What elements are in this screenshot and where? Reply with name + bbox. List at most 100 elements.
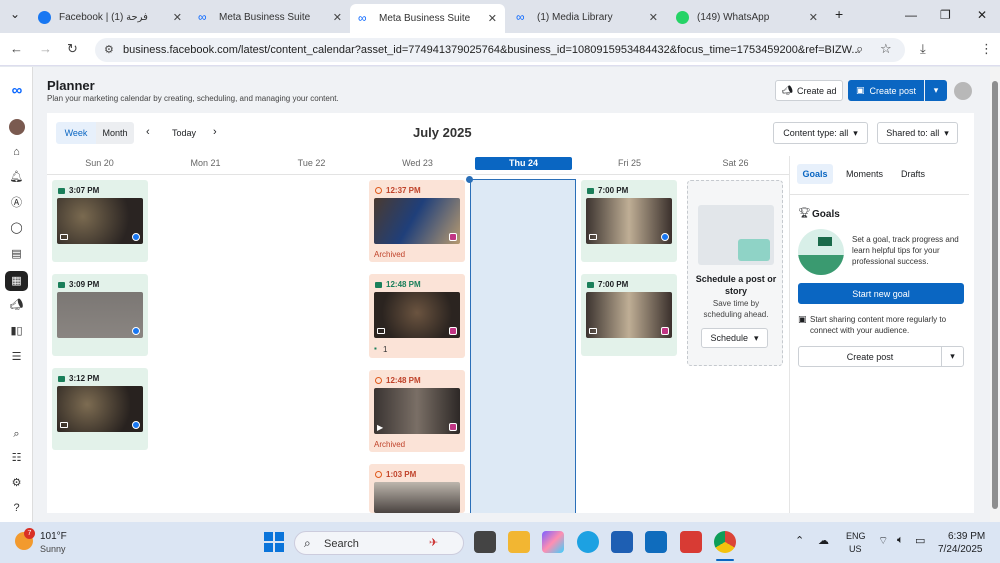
day-header: Wed 23 (402, 158, 433, 168)
post-card[interactable]: 1:03 PM (369, 464, 465, 513)
reload-icon[interactable]: ↻ (67, 41, 78, 57)
tab-goals[interactable]: Goals (797, 164, 833, 184)
close-tab-icon[interactable]: ✕ (173, 11, 182, 24)
language-indicator[interactable]: ENG (846, 531, 866, 541)
account-avatar[interactable] (954, 82, 972, 100)
post-card[interactable]: 3:09 PM (52, 274, 148, 356)
inbox-icon[interactable]: ◯ (9, 221, 24, 236)
copilot-icon[interactable] (542, 531, 564, 553)
url-field[interactable]: ⚙ business.facebook.com/latest/content_c… (95, 38, 905, 62)
trophy-icon: 🏆︎ (798, 208, 811, 219)
content-type-filter[interactable]: Content type: all ▾ (773, 122, 868, 144)
scheduled-status-icon (375, 377, 382, 384)
shared-to-filter[interactable]: Shared to: all ▾ (877, 122, 958, 144)
scheduled-status-icon (375, 187, 382, 194)
post-card[interactable]: 3:12 PM (52, 368, 148, 450)
windows-start-icon[interactable] (264, 532, 284, 552)
previous-week-icon[interactable]: ‹ (146, 126, 150, 138)
today-button[interactable]: Today (172, 128, 196, 138)
show-hidden-icons[interactable]: ⌃ (795, 534, 804, 547)
browser-tab-business-suite-active[interactable]: ∞ Meta Business Suite ✕ (350, 4, 505, 33)
facebook-badge-icon (132, 233, 140, 241)
content-icon[interactable]: ▤ (9, 247, 24, 262)
campaigns-icon[interactable]: 📣︎ (9, 298, 24, 313)
outlook-icon[interactable] (645, 531, 667, 553)
schedule-button[interactable]: Schedule ▾ (701, 328, 768, 348)
battery-icon[interactable]: ▭ (915, 534, 925, 547)
side-create-post-button[interactable]: Create post (798, 346, 942, 367)
settings-gear-icon[interactable]: ⚙ (9, 476, 24, 491)
close-tab-icon[interactable]: ✕ (649, 11, 658, 24)
planner-icon[interactable]: ▦ (5, 271, 28, 291)
taskbar-search-box[interactable]: ⌕ Search ✈ (294, 531, 464, 555)
close-tab-icon[interactable]: ✕ (488, 12, 497, 25)
notifications-icon[interactable]: 🔔︎ (9, 170, 24, 185)
browser-tab-facebook[interactable]: Facebook | فرحة (1) ✕ (30, 4, 190, 30)
browser-menu-icon[interactable]: ⋮ (980, 41, 993, 57)
forward-icon[interactable]: → (39, 41, 52, 56)
post-card[interactable]: 12:37 PM Archived (369, 180, 465, 262)
shared-to-label: Shared to: all (886, 128, 940, 138)
task-view-icon[interactable] (474, 531, 496, 553)
post-card[interactable]: 7:00 PM (581, 274, 677, 356)
instagram-badge-icon (449, 233, 457, 241)
weather-badge: 7 (24, 528, 35, 539)
file-explorer-icon[interactable] (508, 531, 530, 553)
ads-icon[interactable]: Ⓐ (9, 196, 24, 211)
zoom-icon[interactable]: ⌕ (856, 41, 863, 57)
microsoft-store-icon[interactable] (611, 531, 633, 553)
browser-tab-whatsapp[interactable]: (149) WhatsApp ✕ (668, 4, 826, 30)
page-scrollbar[interactable] (990, 67, 1000, 522)
insights-icon[interactable]: ▮▯ (9, 324, 24, 339)
close-tab-icon[interactable]: ✕ (333, 11, 342, 24)
create-post-dropdown[interactable]: ▾ (925, 80, 947, 101)
tab-list-icon[interactable]: ⌄ (10, 7, 20, 21)
content-type-label: Content type: all (783, 128, 849, 138)
month-view-button[interactable]: Month (96, 122, 134, 144)
tab-moments[interactable]: Moments (846, 169, 883, 179)
post-card[interactable]: 7:00 PM (581, 180, 677, 262)
close-tab-icon[interactable]: ✕ (809, 11, 818, 24)
tab-drafts[interactable]: Drafts (901, 169, 925, 179)
search-icon[interactable]: ⌕ (9, 427, 24, 442)
cloud-sync-icon[interactable]: ☁ (818, 534, 829, 547)
back-icon[interactable]: ← (10, 41, 23, 56)
create-ad-button[interactable]: 📣︎ Create ad (775, 80, 843, 101)
clock-time[interactable]: 6:39 PM (948, 531, 985, 542)
edge-browser-icon[interactable] (577, 531, 599, 553)
bookmark-star-icon[interactable]: ☆ (880, 41, 892, 57)
scrollbar-thumb[interactable] (992, 81, 998, 509)
meta-logo-icon[interactable]: ∞ (7, 83, 27, 98)
week-view-button[interactable]: Week (56, 122, 96, 144)
minimize-icon[interactable]: — (905, 8, 917, 22)
weather-temp[interactable]: 101°F (40, 531, 67, 542)
maximize-icon[interactable]: ❐ (940, 8, 951, 22)
help-icon[interactable]: ? (9, 501, 24, 516)
new-tab-icon[interactable]: + (835, 6, 843, 22)
site-info-icon[interactable]: ⚙ (104, 43, 114, 56)
day-header: Sat 26 (722, 158, 749, 168)
next-week-icon[interactable]: › (213, 126, 217, 138)
volume-icon[interactable]: 🔈︎ (897, 534, 904, 547)
browser-tab-business-suite-1[interactable]: ∞ Meta Business Suite ✕ (190, 4, 350, 30)
post-card[interactable]: 3:07 PM (52, 180, 148, 262)
meta-favicon-icon: ∞ (516, 9, 525, 24)
home-icon[interactable]: ⌂ (9, 145, 24, 160)
close-window-icon[interactable]: ✕ (977, 8, 987, 22)
chrome-icon[interactable] (714, 531, 736, 553)
download-icon[interactable]: ⤓ (920, 41, 926, 57)
wifi-icon[interactable]: ⌔ (878, 534, 888, 548)
wps-office-icon[interactable] (680, 531, 702, 553)
menu-icon[interactable]: ☰ (9, 350, 24, 365)
post-card[interactable]: 12:48 PM ▪ 1 (369, 274, 465, 358)
list-icon[interactable]: ☷ (9, 451, 24, 466)
page-avatar[interactable] (9, 119, 25, 135)
browser-tab-media-library[interactable]: ∞ (1) Media Library ✕ (508, 4, 666, 30)
comment-icon: ▪ (374, 344, 377, 353)
create-post-button[interactable]: ▣ Create post (848, 80, 924, 101)
post-type-icon (587, 187, 594, 194)
chevron-down-icon: ▾ (933, 85, 939, 95)
start-new-goal-button[interactable]: Start new goal (798, 283, 964, 304)
post-card[interactable]: 12:48 PM ▶ Archived (369, 370, 465, 452)
side-create-post-dropdown[interactable]: ▾ (941, 346, 964, 367)
